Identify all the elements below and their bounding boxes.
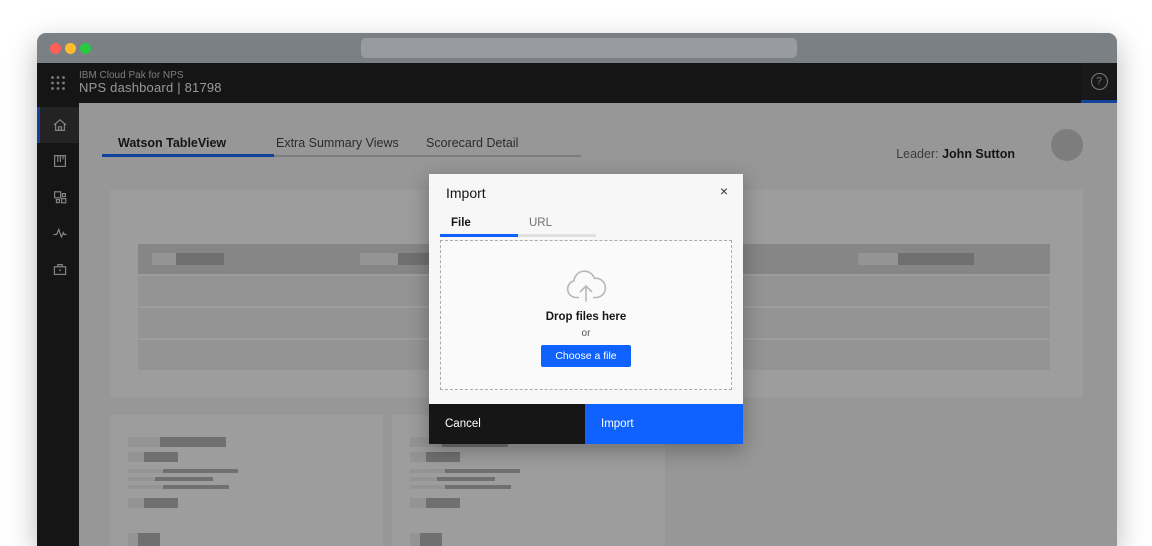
modal-title: Import [446, 185, 486, 201]
file-dropzone[interactable]: Drop files here or Choose a file [440, 240, 732, 390]
browser-window: IBM Cloud Pak for NPS NPS dashboard | 81… [37, 33, 1117, 546]
browser-titlebar [37, 33, 1117, 63]
window-zoom-button[interactable] [80, 43, 91, 54]
cancel-button[interactable]: Cancel [429, 404, 585, 444]
import-button[interactable]: Import [585, 404, 743, 444]
import-source-tabs: File URL [440, 212, 596, 237]
import-modal: Import × File URL Drop files here or Cho… [429, 174, 743, 444]
close-icon[interactable]: × [713, 180, 735, 202]
tab-url[interactable]: URL [518, 212, 596, 237]
address-bar[interactable] [361, 38, 797, 58]
cloud-upload-icon [566, 270, 607, 302]
tab-file[interactable]: File [440, 212, 518, 237]
window-minimize-button[interactable] [65, 43, 76, 54]
dropzone-separator: or [581, 328, 591, 339]
dropzone-heading: Drop files here [545, 311, 627, 323]
modal-footer: Cancel Import [429, 404, 743, 444]
choose-file-button[interactable]: Choose a file [541, 345, 631, 367]
window-close-button[interactable] [50, 43, 61, 54]
